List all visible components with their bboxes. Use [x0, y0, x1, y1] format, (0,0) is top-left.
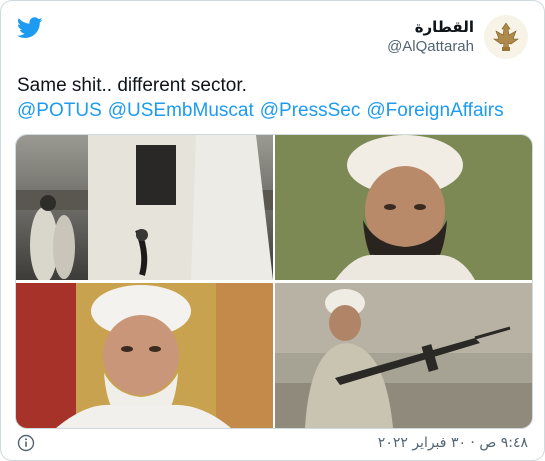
- tweet-text: Same shit.. different sector.: [17, 75, 247, 96]
- avatar[interactable]: [484, 15, 528, 59]
- author-text: القطارة @AlQattarah: [387, 17, 474, 57]
- tweet-timestamp[interactable]: ٩:٤٨ ص · ٣٠ فبراير ٢٠٢٢: [378, 435, 528, 451]
- photo-image: [16, 135, 273, 280]
- photo-top-left[interactable]: [16, 135, 273, 280]
- mention-usembmuscat[interactable]: @USEmbMuscat: [108, 100, 254, 121]
- photo-bottom-left[interactable]: [16, 283, 273, 428]
- mention-foreignaffairs[interactable]: @ForeignAffairs: [366, 100, 503, 121]
- photo-grid: [15, 134, 533, 429]
- user-handle[interactable]: @AlQattarah: [387, 37, 474, 57]
- tweet-footer: ٩:٤٨ ص · ٣٠ فبراير ٢٠٢٢: [17, 434, 528, 452]
- tweet-body: Same shit.. different sector. @POTUS @USE…: [17, 73, 530, 123]
- photo-image: [275, 135, 532, 280]
- photo-bottom-right[interactable]: [275, 283, 532, 428]
- mention-presssec[interactable]: @PressSec: [260, 100, 361, 121]
- photo-image: [16, 283, 273, 428]
- mention-potus[interactable]: @POTUS: [17, 100, 102, 121]
- tweet-mentions: @POTUS @USEmbMuscat @PressSec @ForeignAffai…: [17, 98, 530, 123]
- tweet-author[interactable]: القطارة @AlQattarah: [387, 15, 528, 59]
- display-name[interactable]: القطارة: [387, 17, 474, 37]
- photo-image: [275, 283, 532, 428]
- tweet-card: القطارة @AlQattarah Same shit.. differen…: [0, 0, 545, 461]
- falcon-emblem-icon: [487, 18, 525, 56]
- twitter-bird-icon[interactable]: [17, 17, 43, 39]
- info-icon[interactable]: [17, 434, 35, 452]
- photo-top-right[interactable]: [275, 135, 532, 280]
